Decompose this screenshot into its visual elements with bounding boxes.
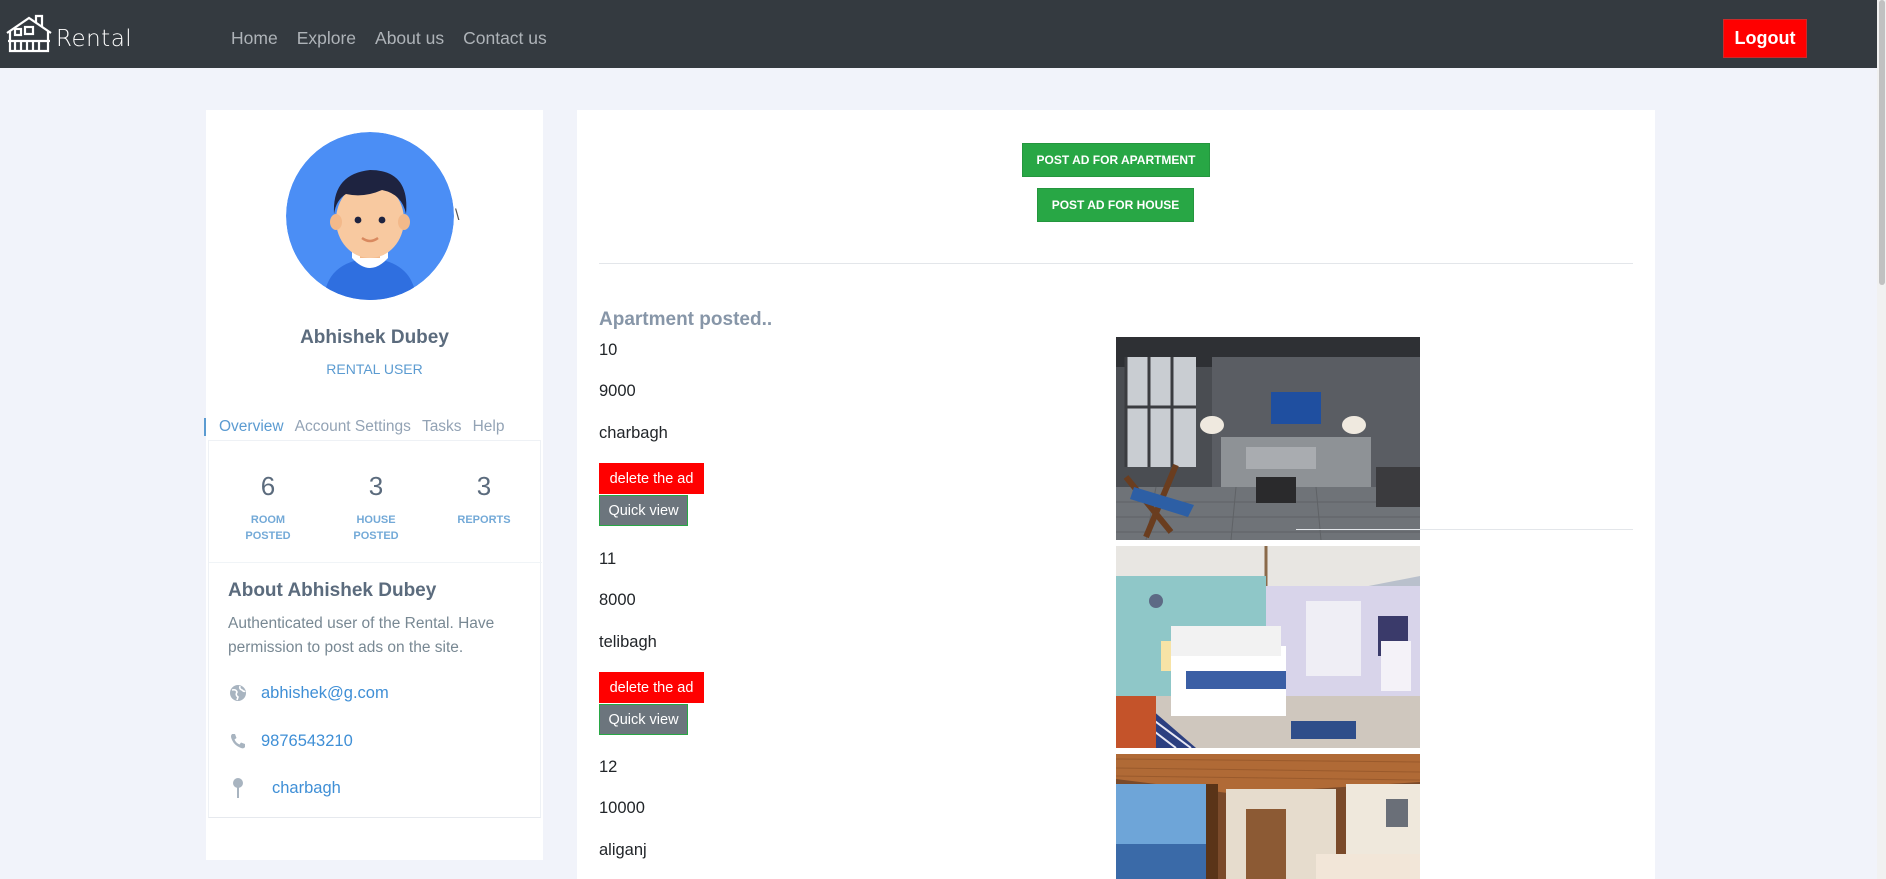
ad-divider <box>1296 529 1633 530</box>
logout-button[interactable]: Logout <box>1723 19 1807 58</box>
avatar-illustration <box>286 132 454 300</box>
page-scrollbar-thumb[interactable] <box>1879 0 1885 285</box>
ad-photo[interactable] <box>1116 754 1420 879</box>
nav-links: Home Explore About us Contact us <box>231 28 566 49</box>
ad-price: 8000 <box>599 591 636 609</box>
quick-view-button[interactable]: Quick view <box>599 495 688 526</box>
profile-role: RENTAL USER <box>326 361 423 377</box>
profile-menu: Overview Account Settings Tasks Help <box>204 415 515 439</box>
tab-tasks[interactable]: Tasks <box>422 418 462 436</box>
stat-label: HOUSE POSTED <box>353 514 399 542</box>
brand-name: Rental <box>56 26 133 52</box>
contact-phone: 9876543210 <box>228 731 353 751</box>
about-title: About Abhishek Dubey <box>228 580 437 601</box>
stat-value: 3 <box>476 471 492 501</box>
quick-view-button[interactable]: Quick view <box>599 704 688 735</box>
delete-ad-button[interactable]: delete the ad <box>599 463 704 494</box>
ad-location: telibagh <box>599 633 657 651</box>
nav-contact-link[interactable]: Contact us <box>463 28 547 49</box>
profile-sidebar: \ Abhishek Dubey RENTAL USER Overview Ac… <box>204 110 543 860</box>
stat-label: ROOM POSTED <box>245 514 291 542</box>
tab-account-settings[interactable]: Account Settings <box>295 418 411 436</box>
apartments-section-title: Apartment posted.. <box>599 309 773 330</box>
stat-value: 3 <box>368 471 384 501</box>
navbar: Rental Home Explore About us Contact us … <box>0 0 1886 68</box>
tab-overview[interactable]: Overview <box>204 418 284 436</box>
ad-photo[interactable] <box>1116 337 1420 540</box>
contact-email: abhishek@g.com <box>228 683 389 703</box>
globe-icon <box>228 683 248 703</box>
ad-location: aliganj <box>599 841 647 859</box>
profile-name: Abhishek Dubey <box>300 327 449 348</box>
nav-explore-link[interactable]: Explore <box>297 28 356 49</box>
location-link[interactable]: charbagh <box>272 779 341 798</box>
avatar-stray-mark: \ <box>455 207 460 224</box>
phone-icon <box>228 731 248 751</box>
post-apartment-ad-button[interactable]: POST AD FOR APARTMENT <box>1022 143 1210 177</box>
stat-house-posted: 3 HOUSE POSTED <box>321 471 431 544</box>
ad-id: 10 <box>599 341 618 359</box>
ad-location: charbagh <box>599 424 668 442</box>
ad-id: 12 <box>599 758 618 776</box>
ad-photo[interactable] <box>1116 546 1420 748</box>
about-text: Authenticated user of the Rental. Have p… <box>228 615 495 656</box>
ad-price: 9000 <box>599 382 636 400</box>
stat-value: 6 <box>260 471 276 501</box>
nav-about-link[interactable]: About us <box>375 28 444 49</box>
section-divider <box>599 263 1633 264</box>
tab-help[interactable]: Help <box>473 418 505 436</box>
ads-panel: POST AD FOR APARTMENT POST AD FOR HOUSE … <box>577 110 1655 879</box>
contact-location: charbagh <box>228 778 341 798</box>
nav-home-link[interactable]: Home <box>231 28 278 49</box>
ad-id: 11 <box>599 550 617 568</box>
stat-reports: 3 REPORTS <box>429 471 539 528</box>
brand-logo[interactable]: Rental <box>4 11 132 55</box>
map-pin-icon <box>228 778 248 798</box>
stat-label: REPORTS <box>457 514 511 526</box>
house-logo-icon <box>6 14 52 53</box>
stat-room-posted: 6 ROOM POSTED <box>213 471 323 544</box>
avatar <box>286 132 454 300</box>
phone-link[interactable]: 9876543210 <box>261 732 353 751</box>
ad-price: 10000 <box>599 799 645 817</box>
post-house-ad-button[interactable]: POST AD FOR HOUSE <box>1037 188 1194 222</box>
stats-row: 6 ROOM POSTED 3 HOUSE POSTED 3 REPORTS <box>209 441 542 563</box>
email-link[interactable]: abhishek@g.com <box>261 684 389 703</box>
delete-ad-button[interactable]: delete the ad <box>599 672 704 703</box>
